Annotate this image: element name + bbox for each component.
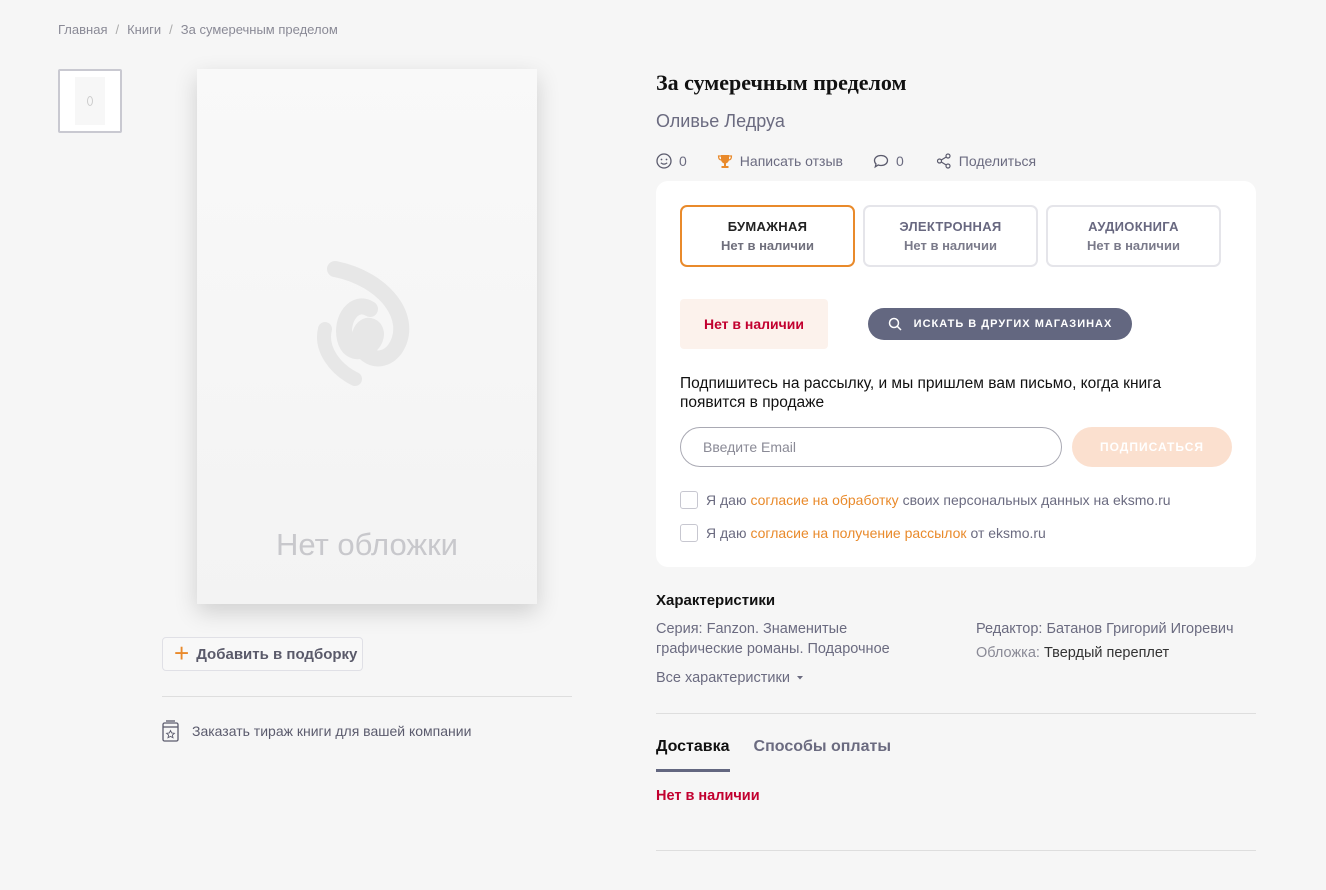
format-paper-tab[interactable]: БУМАЖНАЯ Нет в наличии (680, 205, 855, 267)
thumbnail-image (75, 77, 105, 125)
format-status: Нет в наличии (721, 238, 814, 253)
trophy-icon (717, 155, 732, 168)
order-bulk-link[interactable]: Заказать тираж книги для вашей компании (162, 720, 471, 742)
consent-newsletter-link[interactable]: согласие на получение рассылок (750, 525, 966, 541)
likes-count: 0 (679, 153, 687, 169)
delivery-tabs: Доставка Способы оплаты (656, 738, 891, 772)
share-label: Поделиться (958, 153, 1037, 169)
purchase-card: БУМАЖНАЯ Нет в наличии ЭЛЕКТРОННАЯ Нет в… (656, 181, 1256, 567)
breadcrumb-separator: / (169, 22, 173, 37)
format-audiobook-tab[interactable]: АУДИОКНИГА Нет в наличии (1046, 205, 1221, 267)
all-characteristics-link[interactable]: Все характеристики (656, 670, 804, 686)
consent-newsletter-checkbox[interactable] (680, 524, 698, 542)
add-to-collection-label: Добавить в подборку (196, 645, 358, 663)
format-ebook-tab[interactable]: ЭЛЕКТРОННАЯ Нет в наличии (863, 205, 1038, 267)
series-field: Серия: Fanzon. Знаменитые графические ро… (656, 619, 926, 659)
breadcrumb-home[interactable]: Главная (58, 22, 107, 37)
consent-personal-data: Я даю согласие на обработку своих персон… (680, 491, 1171, 509)
cover-type-field: Обложка: Твердый переплет (976, 645, 1169, 661)
breadcrumb-current: За сумеречным пределом (180, 22, 338, 37)
subscribe-button[interactable]: ПОДПИСАТЬСЯ (1072, 427, 1232, 467)
consent-pre: Я даю (706, 492, 747, 508)
book-meta-row: 0 Написать отзыв 0 Поделиться (656, 153, 1066, 169)
search-other-stores-label: ИСКАТЬ В ДРУГИХ МАГАЗИНАХ (913, 318, 1113, 330)
likes-counter[interactable]: 0 (656, 153, 687, 169)
breadcrumb-books[interactable]: Книги (127, 22, 161, 37)
tab-payment-methods[interactable]: Способы оплаты (754, 738, 891, 772)
consent-pre: Я даю (706, 525, 747, 541)
smile-icon (656, 153, 672, 169)
subscribe-text: Подпишитесь на рассылку, и мы пришлем ва… (680, 375, 1162, 411)
plus-icon: + (174, 637, 190, 668)
cover-thumbnail[interactable] (58, 69, 122, 133)
write-review-link[interactable]: Написать отзыв (717, 153, 843, 169)
divider (656, 713, 1256, 714)
comments-count: 0 (895, 153, 904, 169)
divider (162, 696, 572, 697)
cover-type-value: Твердый переплет (1043, 645, 1170, 661)
write-review-label: Написать отзыв (739, 153, 843, 169)
caret-down-icon (796, 676, 803, 680)
format-name: АУДИОКНИГА (1088, 219, 1179, 234)
book-star-icon (162, 720, 179, 742)
share-icon (936, 153, 951, 169)
publisher-logo-icon (317, 261, 410, 386)
consent-post: от eksmo.ru (970, 525, 1046, 541)
format-name: БУМАЖНАЯ (727, 219, 808, 234)
format-status: Нет в наличии (904, 238, 997, 253)
all-characteristics-label: Все характеристики (656, 670, 790, 686)
comments-counter[interactable]: 0 (873, 153, 904, 169)
editor-field: Редактор: Батанов Григорий Игоревич (976, 619, 1234, 639)
breadcrumb-separator: / (115, 22, 120, 37)
format-name: ЭЛЕКТРОННАЯ (899, 219, 1002, 234)
characteristics-title: Характеристики (656, 592, 776, 609)
add-to-collection-button[interactable]: + Добавить в подборку (162, 637, 363, 671)
consent-newsletter: Я даю согласие на получение рассылок от … (680, 524, 1046, 542)
consent-personal-data-checkbox[interactable] (680, 491, 698, 509)
comment-icon (873, 154, 889, 169)
book-cover: Нет обложки (197, 69, 537, 604)
book-author[interactable]: Оливье Ледруа (656, 111, 785, 132)
editor-label: Редактор: (976, 621, 1043, 637)
order-bulk-label: Заказать тираж книги для вашей компании (192, 723, 472, 739)
no-cover-text: Нет обложки (276, 527, 458, 562)
email-input[interactable] (680, 427, 1062, 467)
consent-post: своих персональных данных на eksmo.ru (902, 492, 1171, 508)
editor-value[interactable]: Батанов Григорий Игоревич (1046, 621, 1233, 637)
search-icon (888, 317, 902, 331)
share-link[interactable]: Поделиться (936, 153, 1036, 169)
tab-delivery[interactable]: Доставка (656, 738, 730, 772)
availability-status: Нет в наличии (680, 299, 828, 349)
cover-type-label: Обложка: (976, 645, 1040, 661)
breadcrumb: Главная / Книги / За сумеречным пределом (58, 22, 338, 37)
series-label: Серия: (656, 621, 703, 637)
search-other-stores-button[interactable]: ИСКАТЬ В ДРУГИХ МАГАЗИНАХ (868, 308, 1132, 340)
delivery-status: Нет в наличии (656, 788, 760, 804)
divider (656, 850, 1256, 851)
consent-personal-data-link[interactable]: согласие на обработку (750, 492, 898, 508)
format-status: Нет в наличии (1087, 238, 1180, 253)
book-title: За сумеречным пределом (656, 70, 907, 95)
